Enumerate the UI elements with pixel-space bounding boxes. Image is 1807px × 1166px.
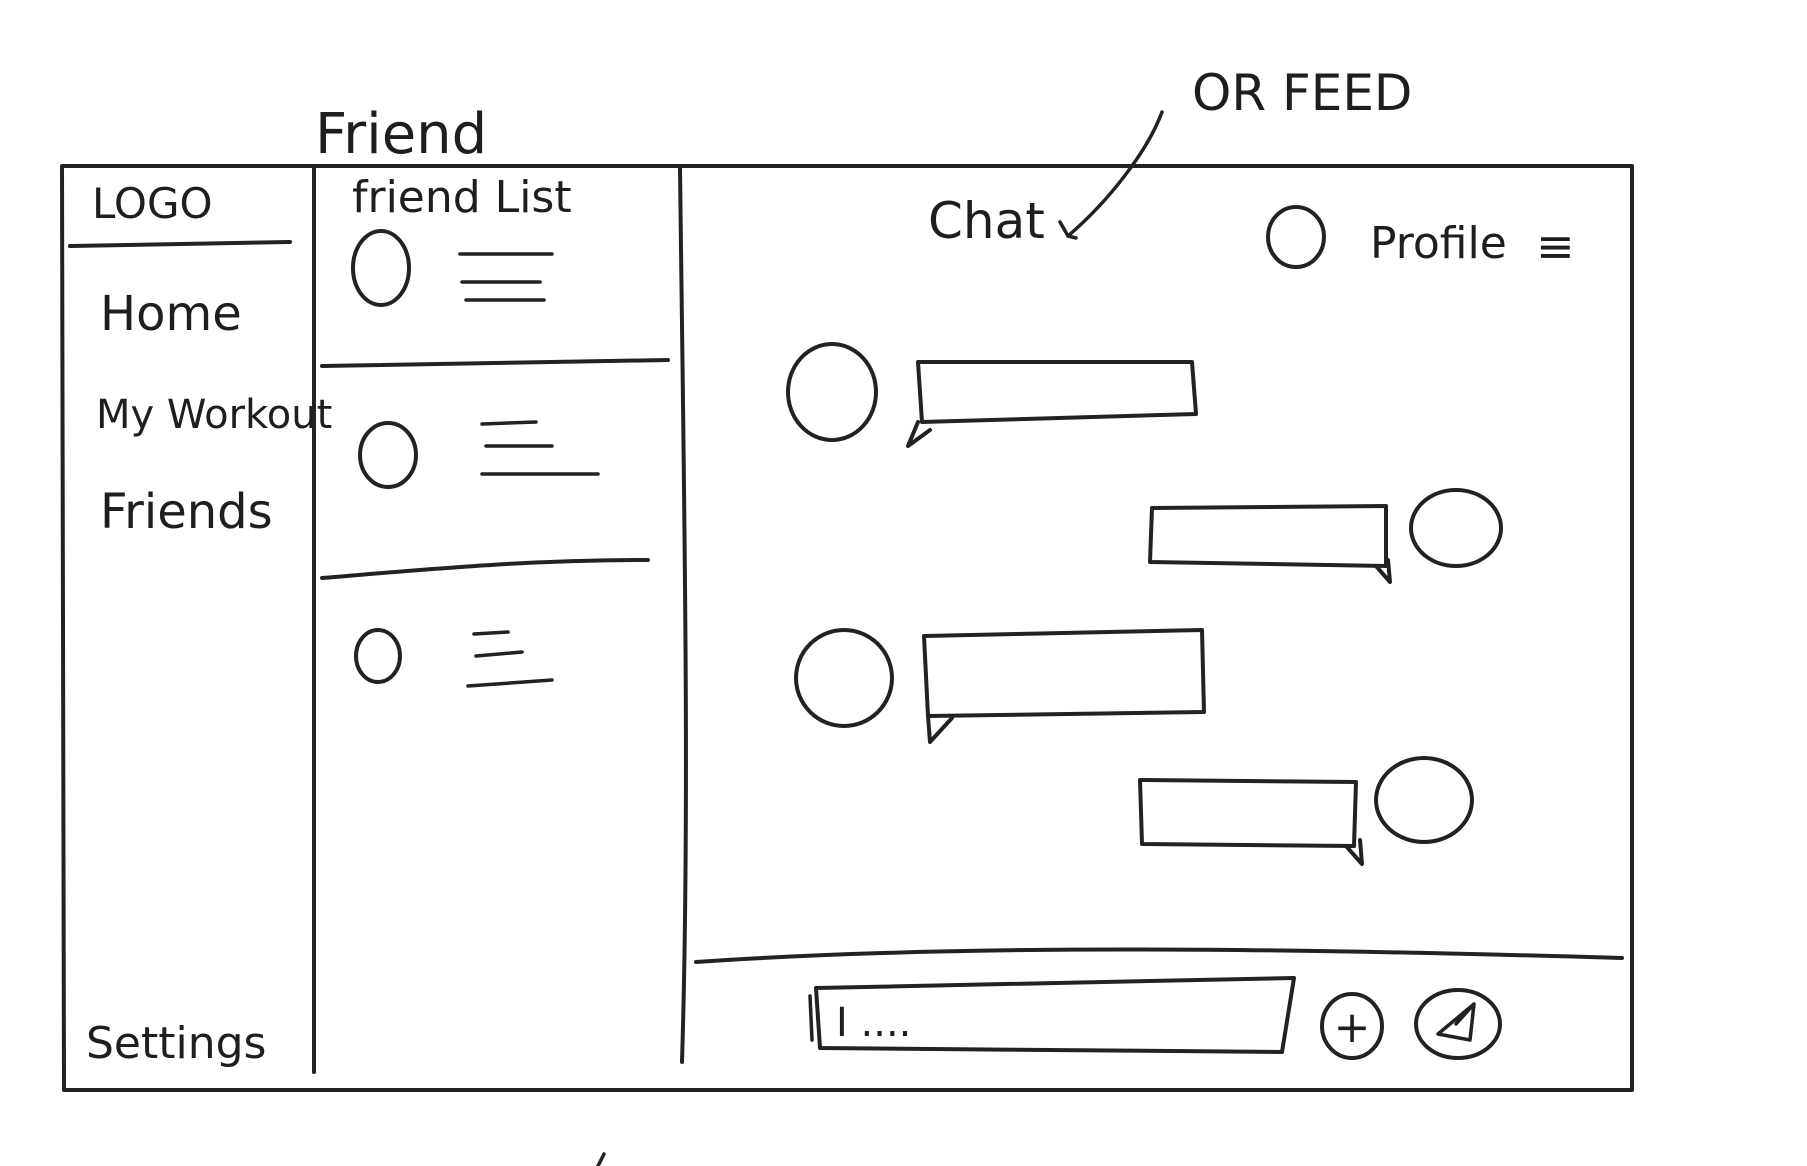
friend-list-item[interactable] [351,229,554,307]
annotation-friend: Friend [315,102,487,167]
bubble-tail [926,714,954,744]
avatar [1374,756,1474,844]
add-attachment-button[interactable]: + [1320,992,1384,1060]
hamburger-menu-icon[interactable]: ≡ [1536,219,1575,273]
friend-divider [320,358,670,368]
bubble-tail [906,420,932,448]
text-lines-icon [480,420,600,476]
annotation-or-feed: OR FEED [1192,64,1412,122]
friend-list-divider [678,166,688,1064]
send-button[interactable] [1414,988,1502,1060]
stray-pen-mark [596,1152,606,1166]
message-bubble [922,628,1206,718]
composer-divider [694,947,1624,964]
sidebar: LOGO Home My Workout Friends Settings [68,179,332,1069]
text-lines-icon [466,630,554,688]
chat-message-left [794,628,1206,744]
message-bubble [1138,778,1358,848]
chat-title: Chat [928,192,1045,250]
profile-label[interactable]: Profile [1370,218,1507,269]
avatar [786,342,878,442]
friend-list-item[interactable] [358,420,600,489]
chat-message-left [786,342,1198,448]
send-icon [1436,1002,1476,1042]
message-bubble [916,360,1198,424]
sidebar-item-friends[interactable]: Friends [100,484,273,540]
sidebar-item-home[interactable]: Home [100,286,242,342]
avatar [354,628,402,684]
annotation-arrow [1066,110,1164,238]
logo-underline [68,240,292,248]
friend-list: friend List [320,172,670,688]
chat-panel: Chat Profile ≡ I .... + [694,192,1624,1060]
bubble-tail [1374,558,1392,584]
plus-icon: + [1334,1002,1371,1053]
avatar [1409,488,1503,568]
text-lines-icon [458,252,554,302]
message-input[interactable]: I .... [808,976,1296,1054]
profile-avatar[interactable] [1266,205,1326,269]
avatar [351,229,411,307]
friend-divider [320,558,650,580]
message-input-text[interactable]: I .... [836,1000,911,1046]
friend-list-item[interactable] [354,628,554,688]
sidebar-item-settings[interactable]: Settings [86,1018,266,1069]
avatar [794,628,894,728]
message-bubble [1148,504,1388,568]
friend-list-title: friend List [352,172,572,223]
logo: LOGO [92,179,213,228]
chat-message-right [1138,756,1474,866]
sidebar-item-my-workout[interactable]: My Workout [96,392,332,438]
input-left-edge [808,994,814,1042]
chat-message-right [1148,488,1503,584]
avatar [358,421,418,489]
wireframe-sketch: Friend OR FEED LOGO Home My Workout Frie… [60,64,1634,1166]
